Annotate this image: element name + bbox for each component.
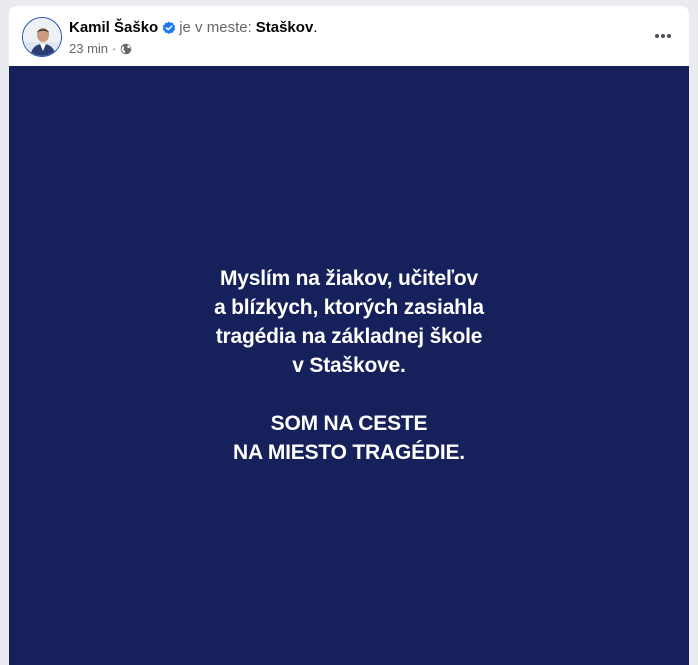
avatar-image (23, 18, 61, 56)
post-image[interactable]: Myslím na žiakov, učiteľov a blízkych, k… (9, 66, 689, 665)
message-line: NA MIESTO TRAGÉDIE. (233, 441, 465, 464)
post-header: Kamil Šaško je v meste: Staškov. 23 min … (9, 6, 689, 66)
message-line: SOM NA CESTE (270, 412, 428, 435)
image-message: Myslím na žiakov, učiteľov a blízkych, k… (214, 264, 484, 467)
message-line: a blízkych, ktorých zasiahla (214, 296, 484, 319)
message-line: Myslím na žiakov, učiteľov (219, 267, 479, 290)
globe-icon[interactable] (120, 43, 132, 55)
verified-badge-icon (162, 21, 176, 35)
message-line: tragédia na základnej škole (215, 325, 483, 348)
post-timestamp[interactable]: 23 min (69, 41, 108, 56)
post-card: Kamil Šaško je v meste: Staškov. 23 min … (9, 6, 689, 665)
meta-separator: · (112, 41, 117, 56)
message-line: v Staškove. (292, 354, 406, 377)
post-meta: 23 min · (69, 41, 132, 56)
location-link[interactable]: Staškov (256, 19, 314, 36)
avatar[interactable] (22, 17, 62, 57)
location-prefix: je v meste: (179, 19, 252, 36)
author-name[interactable]: Kamil Šaško (69, 19, 158, 36)
author-line: Kamil Šaško je v meste: Staškov. (69, 19, 317, 36)
location-period: . (313, 19, 318, 36)
more-options-icon[interactable] (651, 24, 675, 48)
